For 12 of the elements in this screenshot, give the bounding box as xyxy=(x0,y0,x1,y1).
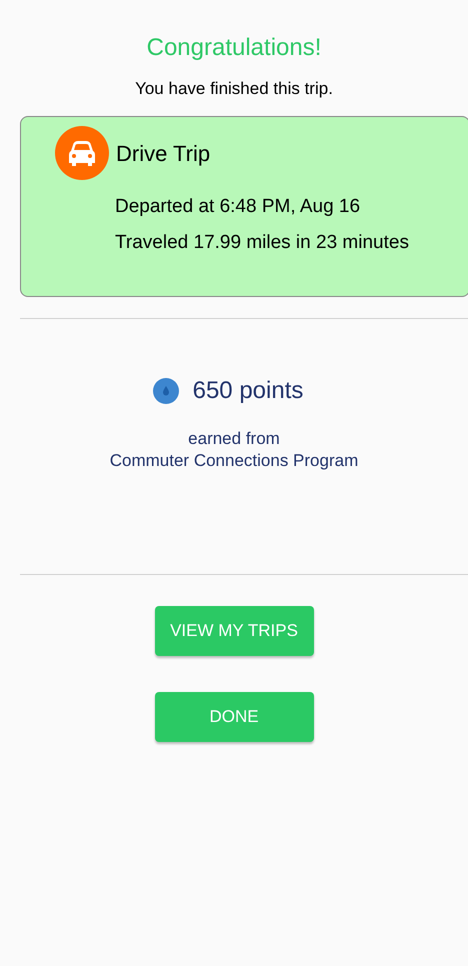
done-button[interactable]: DONE xyxy=(154,692,314,742)
car-icon xyxy=(55,126,109,180)
trip-detail: Departed at 6:48 PM, Aug 16 xyxy=(115,196,362,218)
program-name: Commuter Connections Program xyxy=(110,451,358,471)
page-title: Congratulations! xyxy=(146,33,322,63)
subtitle: You have finished this trip. xyxy=(135,79,333,99)
earned-caption: earned from xyxy=(188,429,280,449)
water-drop-icon xyxy=(152,378,179,404)
points-amount: 650 points xyxy=(192,376,304,406)
trip-detail: Traveled 17.99 miles in 23 minutes xyxy=(115,232,410,254)
view-trips-button[interactable]: VIEW MY TRIPS xyxy=(154,606,314,656)
trip-title: Drive Trip xyxy=(116,140,210,168)
